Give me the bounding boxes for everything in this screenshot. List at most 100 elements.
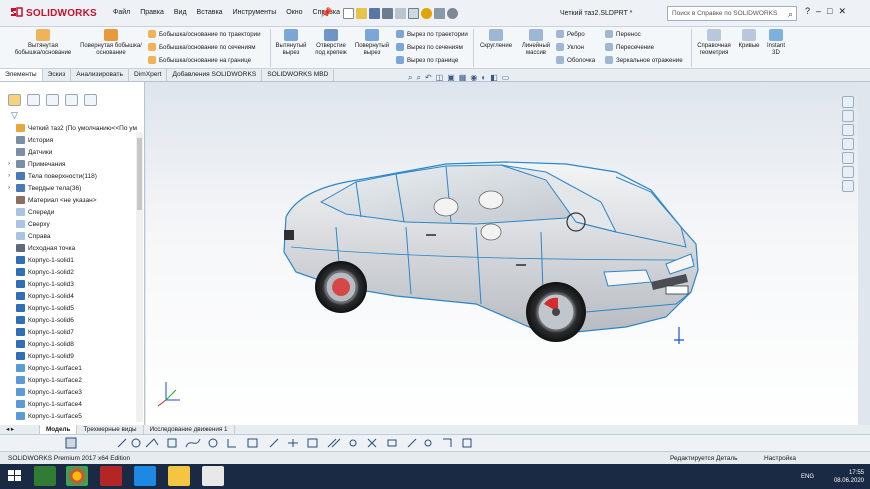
tab-addins[interactable]: Добавления SOLIDWORKS xyxy=(167,69,263,81)
tree-item[interactable]: Корпус-1-solid9 xyxy=(8,350,138,362)
tab-nav-arrows[interactable]: ◂ ▸ xyxy=(0,425,40,434)
tree-item[interactable]: Сверху xyxy=(8,218,138,230)
intersect-button[interactable]: Пересечение xyxy=(605,43,654,51)
tree-item[interactable]: Корпус-1-solid3 xyxy=(8,278,138,290)
loft-cut-button[interactable]: Вырез по сечениям xyxy=(396,43,463,51)
tree-item[interactable]: › Примечания xyxy=(8,158,138,170)
shell-button[interactable]: Оболочка xyxy=(556,56,595,64)
tab-motion-study[interactable]: Исследование движения 1 xyxy=(144,425,235,434)
tree-item[interactable]: Корпус-1-solid2 xyxy=(8,266,138,278)
help-search-input[interactable]: Поиск в Справке по SOLIDWORKS ⌕ xyxy=(667,6,797,21)
sketch-tools-icons[interactable] xyxy=(8,435,568,451)
menu-tools[interactable]: Инструменты xyxy=(228,9,282,16)
linear-pattern-button[interactable]: Линейный массив xyxy=(518,29,554,57)
apply-scene-icon[interactable]: ◧ xyxy=(490,73,498,83)
pin-icon[interactable]: 📌 xyxy=(320,8,332,19)
curves-button[interactable]: Кривые xyxy=(735,29,763,50)
tree-item[interactable]: Корпус-1-solid4 xyxy=(8,290,138,302)
browser-icon[interactable] xyxy=(66,466,88,486)
property-manager-tab-icon[interactable] xyxy=(27,94,40,106)
tree-item[interactable]: Корпус-1-surface3 xyxy=(8,386,138,398)
print-icon[interactable] xyxy=(382,8,393,19)
wrap-button[interactable]: Перенос xyxy=(605,30,641,38)
tab-dimxpert[interactable]: DimXpert xyxy=(129,69,168,81)
tree-item[interactable]: Исходная точка xyxy=(8,242,138,254)
menu-file[interactable]: Файл xyxy=(108,9,135,16)
new-doc-icon[interactable] xyxy=(343,8,354,19)
loft-boss-button[interactable]: Бобышка/основание по сечениям xyxy=(148,43,256,51)
select-cursor-icon[interactable] xyxy=(408,8,419,19)
feature-tree-tab-icon[interactable] xyxy=(8,94,21,106)
expand-arrow-icon[interactable]: › xyxy=(8,161,16,167)
extrude-cut-button[interactable]: Вытянутый вырез xyxy=(272,29,310,57)
menu-insert[interactable]: Вставка xyxy=(192,9,228,16)
tree-item[interactable]: Корпус-1-surface5 xyxy=(8,410,138,422)
reference-geometry-button[interactable]: Справочная геометрия xyxy=(694,29,734,57)
tab-features[interactable]: Элементы xyxy=(0,69,43,81)
tree-item[interactable]: Датчики xyxy=(8,146,138,158)
tree-scrollbar[interactable] xyxy=(136,132,143,422)
zoom-area-icon[interactable]: ⌕ xyxy=(416,73,420,83)
hole-wizard-button[interactable]: Отверстие под крепеж xyxy=(311,29,351,57)
help-button[interactable]: ? xyxy=(805,6,810,17)
tree-item[interactable]: Корпус-1-solid5 xyxy=(8,302,138,314)
menu-window[interactable]: Окно xyxy=(281,9,307,16)
minimize-button[interactable]: – xyxy=(816,6,821,17)
tree-item[interactable]: Спереди xyxy=(8,206,138,218)
view-settings-icon[interactable]: ▭ xyxy=(502,73,510,83)
tree-item[interactable]: Корпус-1-solid7 xyxy=(8,326,138,338)
file-explorer-icon[interactable] xyxy=(842,138,854,150)
language-indicator[interactable]: ENG xyxy=(801,473,814,481)
tab-3d-views[interactable]: Трехмерные виды xyxy=(77,425,144,434)
undo-icon[interactable] xyxy=(395,8,406,19)
tree-item[interactable]: Справа xyxy=(8,230,138,242)
edit-appearance-icon[interactable]: ◐ xyxy=(481,73,486,83)
tab-sketch[interactable]: Эскиз xyxy=(43,69,72,81)
scrollbar-thumb[interactable] xyxy=(137,138,142,210)
resources-icon[interactable] xyxy=(842,110,854,122)
tree-item[interactable]: Материал <не указан> xyxy=(8,194,138,206)
tree-item[interactable]: Корпус-1-surface2 xyxy=(8,374,138,386)
tree-item[interactable]: Корпус-1-surface4 xyxy=(8,398,138,410)
menu-view[interactable]: Вид xyxy=(169,9,192,16)
menu-edit[interactable]: Правка xyxy=(135,9,169,16)
tree-item[interactable]: Четкий таз2 (По умолчанию<<По ум xyxy=(8,122,138,134)
configuration-manager-tab-icon[interactable] xyxy=(46,94,59,106)
tree-item[interactable]: › Твердые тела(36) xyxy=(8,182,138,194)
tree-item[interactable]: › Тела поверхности(118) xyxy=(8,170,138,182)
open-folder-icon[interactable] xyxy=(356,8,367,19)
expand-arrow-icon[interactable]: › xyxy=(8,185,16,191)
hide-show-items-icon[interactable]: ◉ xyxy=(470,73,477,83)
previous-view-icon[interactable]: ↶ xyxy=(425,73,432,83)
save-icon[interactable] xyxy=(369,8,380,19)
solidworks-logo[interactable]: SOLIDWORKS xyxy=(10,6,97,19)
clock-time[interactable]: 17:55 xyxy=(834,469,864,477)
7zip-icon[interactable] xyxy=(202,466,224,486)
tab-evaluate[interactable]: Анализировать xyxy=(71,69,129,81)
display-style-icon[interactable]: ▦ xyxy=(459,73,467,83)
extrude-boss-button[interactable]: Вытянутая бобышка/основание xyxy=(14,29,72,57)
fillet-button[interactable]: Скругление xyxy=(476,29,516,50)
solidworks-taskbar-icon[interactable] xyxy=(100,466,122,486)
instant3d-button[interactable]: Instant 3D xyxy=(764,29,788,57)
section-view-icon[interactable]: ◫ xyxy=(436,73,444,83)
tree-item[interactable]: Корпус-1-solid8 xyxy=(8,338,138,350)
graphics-area[interactable] xyxy=(146,82,858,425)
custom-properties-icon[interactable] xyxy=(842,166,854,178)
tab-mbd[interactable]: SOLIDWORKS MBD xyxy=(262,69,335,81)
draft-button[interactable]: Уклон xyxy=(556,43,584,51)
home-icon[interactable] xyxy=(842,96,854,108)
tree-item[interactable]: Корпус-1-surface1 xyxy=(8,362,138,374)
tab-model[interactable]: Модель xyxy=(40,425,78,434)
settings-dropdown[interactable]: Настройка xyxy=(764,455,796,462)
boundary-cut-button[interactable]: Вырез по границе xyxy=(396,56,458,64)
filter-icon[interactable]: ▽ xyxy=(11,110,18,121)
revolve-boss-button[interactable]: Повернутая бобышка/основание xyxy=(80,29,142,57)
sweep-cut-button[interactable]: Вырез по траектории xyxy=(396,30,468,38)
c-app-icon[interactable] xyxy=(134,466,156,486)
clock-date[interactable]: 08.06.2020 xyxy=(834,477,864,485)
appearances-icon[interactable] xyxy=(842,152,854,164)
boundary-boss-button[interactable]: Бобышка/основание на границе xyxy=(148,56,251,64)
rebuild-icon[interactable] xyxy=(421,8,432,19)
sweep-boss-button[interactable]: Бобышка/основание по траектории xyxy=(148,30,261,38)
